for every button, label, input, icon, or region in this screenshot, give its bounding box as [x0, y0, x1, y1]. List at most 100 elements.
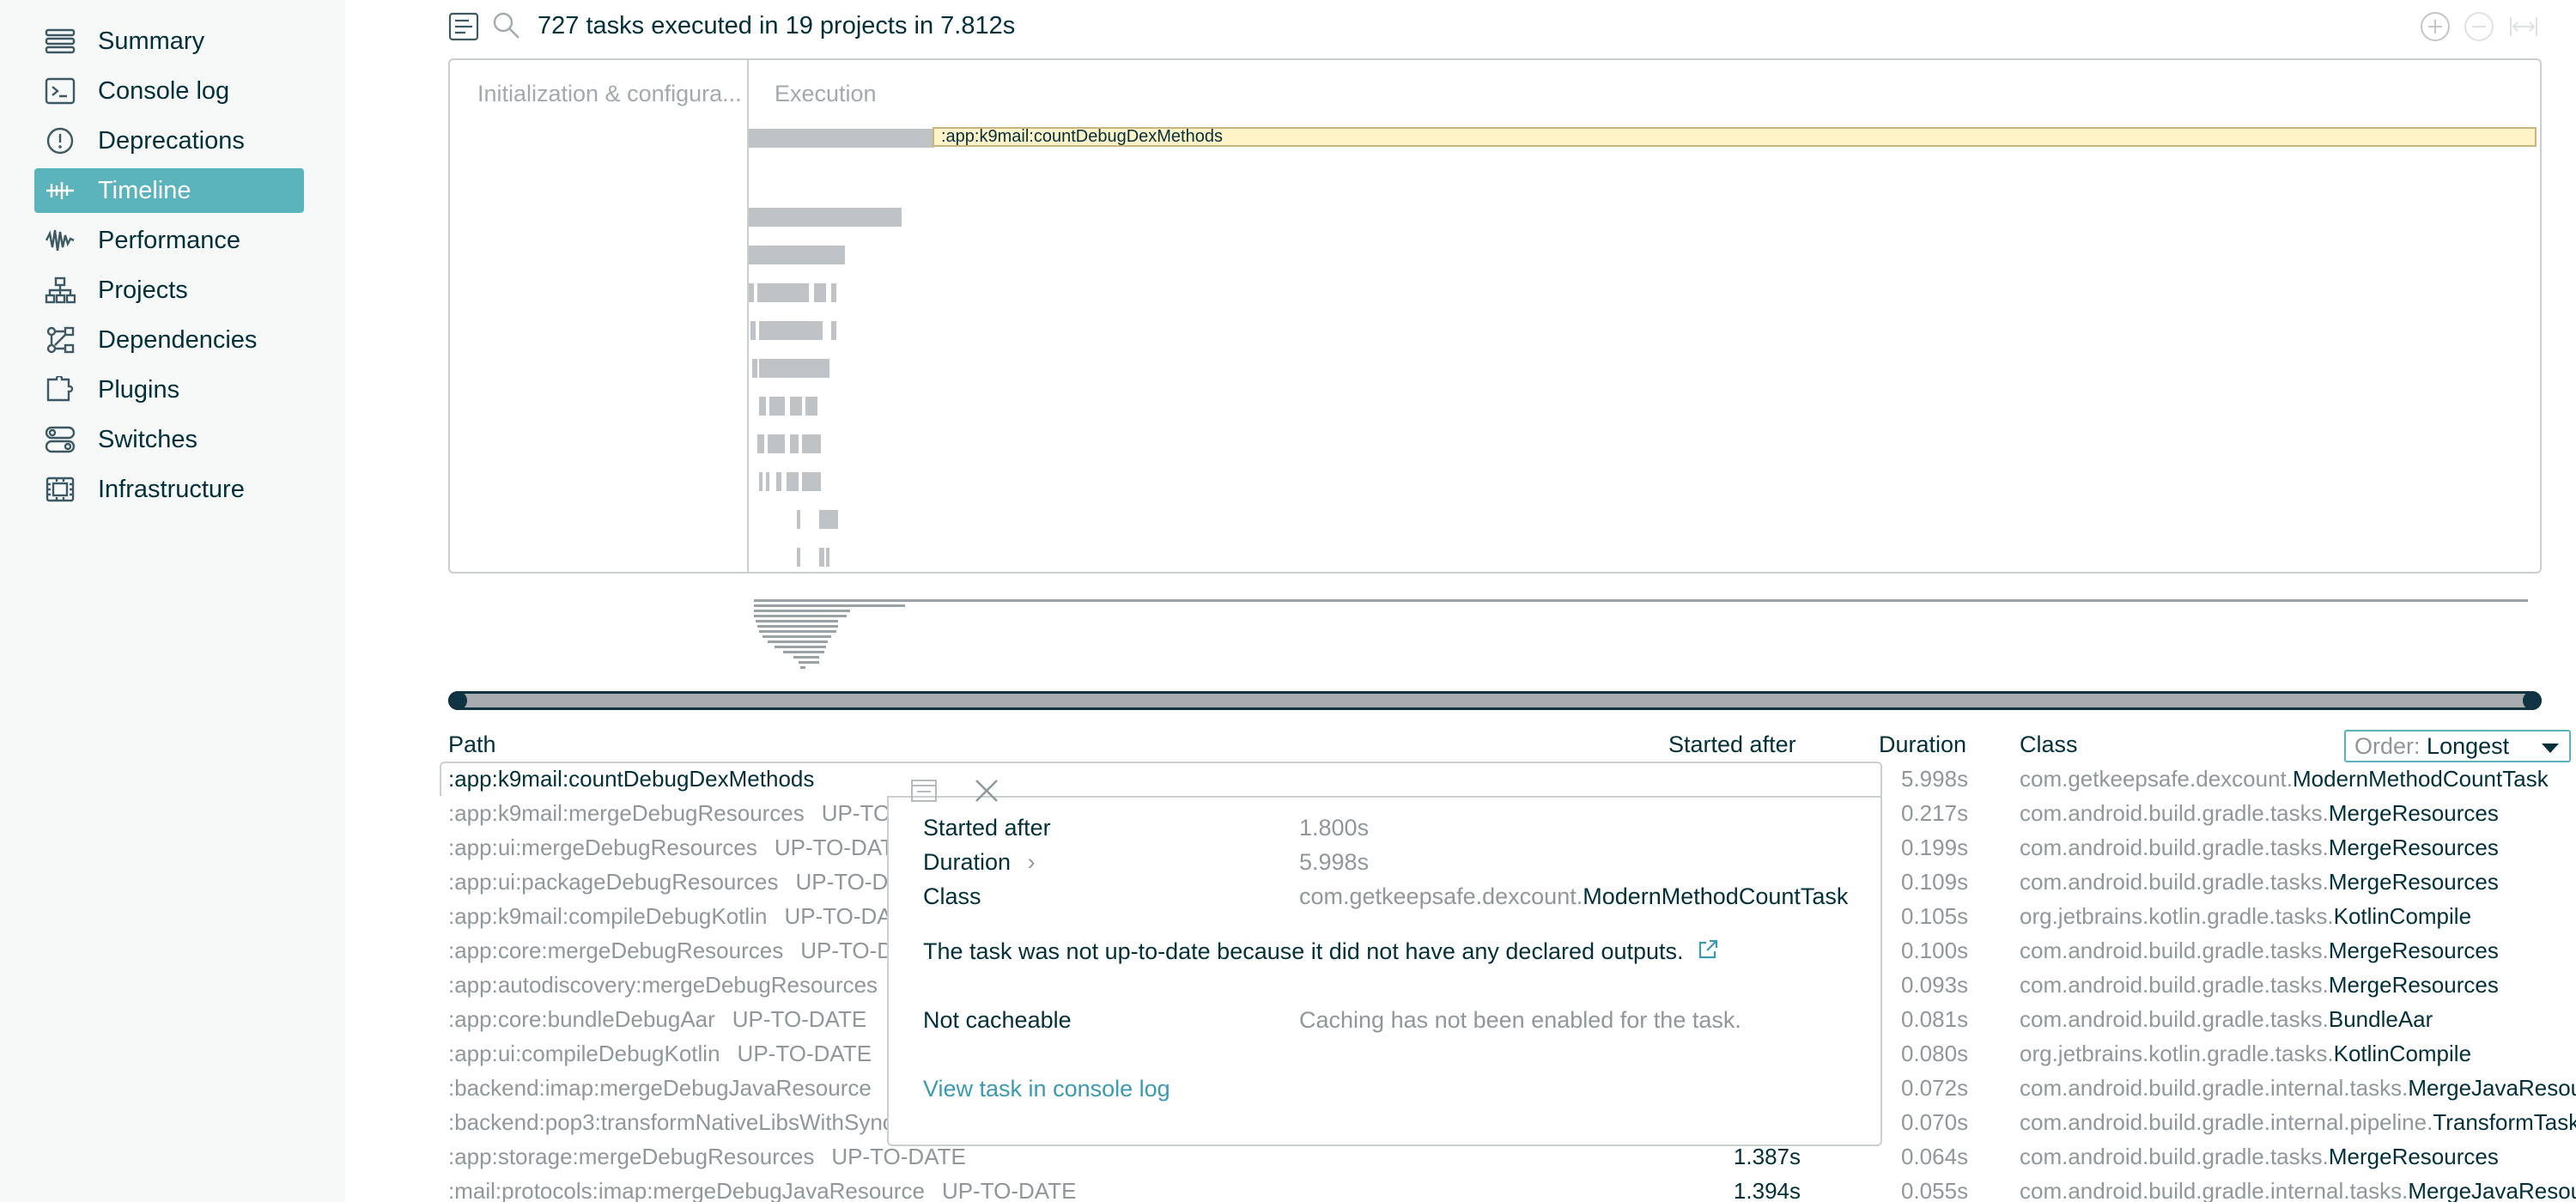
- external-link-icon[interactable]: [1697, 938, 1719, 961]
- task-bar[interactable]: [759, 321, 823, 340]
- table-row[interactable]: :mail:protocols:imap:mergeDebugJavaResou…: [448, 1175, 2576, 1202]
- task-class-name: ModernMethodCountTask: [2292, 766, 2549, 792]
- sidebar-item-summary[interactable]: Summary: [34, 19, 304, 64]
- task-bar[interactable]: [749, 129, 934, 148]
- close-icon[interactable]: [972, 776, 1001, 805]
- task-bar[interactable]: [802, 434, 821, 453]
- zoom-out-icon[interactable]: [2463, 10, 2495, 43]
- task-path-text: :backend:imap:mergeDebugJavaResource: [448, 1075, 872, 1101]
- range-start-handle[interactable]: [448, 691, 467, 710]
- column-header-path[interactable]: Path: [448, 732, 496, 758]
- pin-popup-icon[interactable]: [909, 776, 939, 805]
- task-class: com.android.build.gradle.tasks.MergeReso…: [2020, 869, 2499, 895]
- task-bar[interactable]: [759, 472, 762, 491]
- column-header-duration[interactable]: Duration: [1879, 732, 1966, 758]
- sidebar-item-label: Infrastructure: [98, 475, 245, 503]
- task-bar[interactable]: [766, 472, 769, 491]
- view-in-console-link[interactable]: View task in console log: [923, 1076, 1170, 1102]
- task-bar[interactable]: [787, 472, 799, 491]
- range-end-handle[interactable]: [2523, 691, 2542, 710]
- task-bar[interactable]: [826, 548, 829, 567]
- search-icon[interactable]: [491, 10, 522, 41]
- task-bar[interactable]: [769, 397, 785, 416]
- task-class-name: MergeResources: [2328, 938, 2499, 963]
- list-view-icon[interactable]: [448, 11, 479, 42]
- task-bar[interactable]: [759, 397, 766, 416]
- sidebar-item-console-log[interactable]: Console log: [34, 69, 304, 113]
- task-class-package: com.android.build.gradle.tasks.: [2020, 972, 2329, 998]
- task-class: com.android.build.gradle.internal.tasks.…: [2020, 1075, 2576, 1102]
- sidebar-item-label: Dependencies: [98, 325, 258, 354]
- task-bar[interactable]: [749, 246, 845, 264]
- order-select[interactable]: Order: Longest: [2344, 730, 2571, 762]
- task-bar[interactable]: [757, 283, 809, 302]
- task-path: :app:k9mail:countDebugDexMethods: [448, 766, 831, 792]
- project-count: 19: [785, 12, 813, 39]
- sidebar-item-plugins[interactable]: Plugins: [34, 367, 304, 412]
- task-duration: 0.064s: [1901, 1144, 1969, 1169]
- duration-toggle[interactable]: Duration ›: [923, 849, 1036, 876]
- phase-initialization-label: Initialization & configura...: [477, 81, 742, 106]
- task-outcome: UP-TO-DATE: [732, 1006, 867, 1032]
- deprecation-icon: [45, 127, 76, 155]
- column-header-started-after[interactable]: Started after: [1668, 732, 1796, 758]
- task-bar[interactable]: [819, 548, 824, 567]
- sidebar-item-projects[interactable]: Projects: [34, 268, 304, 313]
- task-class-name: MergeJavaResourceTask: [2408, 1178, 2576, 1202]
- task-bar[interactable]: [797, 510, 800, 529]
- task-class-package: com.android.build.gradle.internal.tasks.: [2020, 1178, 2409, 1202]
- task-bar[interactable]: [752, 359, 757, 378]
- task-bar[interactable]: [797, 548, 800, 567]
- fit-width-icon[interactable]: [2507, 10, 2540, 43]
- task-outcome: UP-TO-DATE: [737, 1041, 872, 1066]
- minimap-task-line: [775, 646, 826, 648]
- task-bar[interactable]: [790, 434, 799, 453]
- started-after-text: 1.387s: [1733, 1144, 1801, 1169]
- task-path: :app:storage:mergeDebugResources UP-TO-DA…: [448, 1144, 966, 1170]
- projects-text: projects in: [819, 12, 934, 39]
- task-bar[interactable]: [776, 472, 781, 491]
- sidebar-item-infrastructure[interactable]: Infrastructure: [34, 467, 304, 512]
- table-row[interactable]: :app:k9mail:countDebugDexMethods 5.998s co…: [448, 762, 2576, 797]
- timeline-minimap[interactable]: [448, 592, 2542, 687]
- sidebar-item-label: Summary: [98, 27, 205, 55]
- minimap-task-line: [754, 599, 2528, 602]
- task-bar[interactable]: [768, 434, 785, 453]
- timeline-range-scrubber[interactable]: [448, 691, 2542, 710]
- task-duration: 0.055s: [1901, 1178, 1969, 1202]
- task-bar[interactable]: [831, 283, 836, 302]
- task-bar[interactable]: [749, 208, 902, 227]
- minimap-task-line: [762, 635, 831, 638]
- sidebar-item-performance[interactable]: Performance: [34, 218, 304, 263]
- task-bar[interactable]: [759, 359, 829, 378]
- task-class-package: com.android.build.gradle.tasks.: [2020, 800, 2329, 826]
- started-after-text: 1.394s: [1733, 1178, 1801, 1202]
- task-bar[interactable]: [749, 283, 754, 302]
- sidebar-item-label: Deprecations: [98, 126, 245, 155]
- sidebar-item-deprecations[interactable]: Deprecations: [34, 118, 304, 163]
- task-bar[interactable]: [814, 283, 826, 302]
- minimap-task-line: [757, 625, 838, 628]
- sidebar-item-dependencies[interactable]: Dependencies: [34, 318, 304, 362]
- task-class: com.android.build.gradle.tasks.MergeReso…: [2020, 1144, 2499, 1170]
- sidebar-item-switches[interactable]: Switches: [34, 417, 304, 462]
- sidebar-item-timeline[interactable]: Timeline: [34, 168, 304, 213]
- task-bar[interactable]: [831, 321, 836, 340]
- task-bar[interactable]: [757, 434, 764, 453]
- column-header-class[interactable]: Class: [2020, 732, 2078, 758]
- highlighted-task-bar[interactable]: :app:k9mail:countDebugDexMethods: [933, 127, 2537, 147]
- task-class: org.jetbrains.kotlin.gradle.tasks.Kotlin…: [2020, 1041, 2471, 1067]
- zoom-in-icon[interactable]: [2419, 10, 2451, 43]
- task-bar[interactable]: [802, 472, 821, 491]
- task-duration: 0.093s: [1901, 972, 1969, 998]
- task-bar[interactable]: [805, 397, 817, 416]
- task-bar[interactable]: [790, 397, 802, 416]
- task-outcome: UP-TO-DATE: [941, 1178, 1077, 1202]
- task-bar[interactable]: [819, 510, 838, 529]
- timeline-icon: [45, 177, 76, 204]
- task-duration: 0.080s: [1901, 1041, 1969, 1066]
- task-path-text: :backend:pop3:transformNativeLibsWithSyn…: [448, 1109, 963, 1135]
- task-bar[interactable]: [750, 321, 756, 340]
- task-path: :app:k9mail:mergeDebugResourcesUP-TO-DAT…: [448, 800, 956, 827]
- timeline-chart[interactable]: Initialization & configura... Execution …: [448, 58, 2542, 574]
